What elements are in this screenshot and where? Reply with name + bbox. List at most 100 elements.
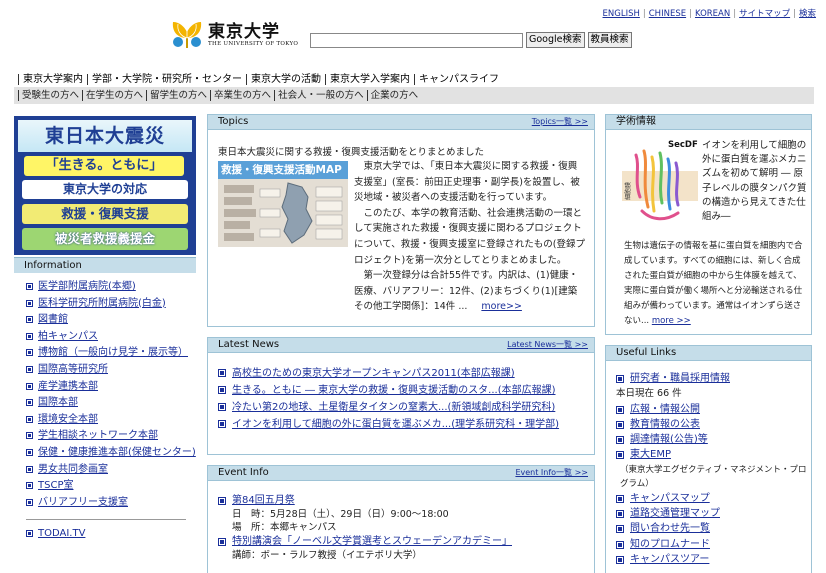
square-bullet-icon <box>26 283 33 290</box>
info-link[interactable]: 柏キャンパス <box>38 331 98 342</box>
info-link[interactable]: 産学連携本部 <box>38 381 98 392</box>
list-item: イオンを利用して細胞の外に蛋白質を運ぶメカ...(理学系研究科・理学部) <box>218 416 594 433</box>
info-link[interactable]: 学生相談ネットワーク本部 <box>38 430 158 441</box>
latest-news-panel: Latest News Latest News一覧 >> 高校生のための東京大学… <box>207 337 595 455</box>
square-bullet-icon <box>26 530 33 538</box>
useful-links-title: Useful Links <box>616 347 677 358</box>
info-link[interactable]: 博物館（一般向け見学・展示等） <box>38 347 188 358</box>
job-count-text: 本日現在 66 件 <box>616 388 682 400</box>
event-link[interactable]: 特別講演会「ノーベル文学賞選考とスウェーデンアカデミー」 <box>232 536 512 547</box>
news-link[interactable]: 高校生のための東京大学オープンキャンパス2011(本部広報課) <box>232 368 515 379</box>
info-link[interactable]: 図書館 <box>38 314 68 325</box>
latest-news-header: Latest News Latest News一覧 >> <box>208 338 594 353</box>
list-item: キャンパスマップ <box>616 491 811 506</box>
information-extra-list: TODAI.TV <box>14 526 196 543</box>
useful-link[interactable]: キャンパスマップ <box>630 493 710 504</box>
info-item: 図書館 <box>26 312 196 329</box>
info-item: 医学部附属病院(本郷) <box>26 279 196 296</box>
info-link[interactable]: TSCP室 <box>38 480 73 491</box>
figure-side-label: 細胞膜 <box>624 182 632 200</box>
useful-link[interactable]: 問い合わせ先一覧 <box>630 523 710 534</box>
top-link-korean[interactable]: KOREAN <box>695 9 730 19</box>
nav-item-activities[interactable]: 東京大学の活動 <box>246 74 325 85</box>
info-link[interactable]: 国際本部 <box>38 397 78 408</box>
research-header: 学術情報 <box>606 115 811 130</box>
info-link[interactable]: 医学部附属病院(本郷) <box>38 281 136 292</box>
research-more-link[interactable]: more >> <box>652 316 691 326</box>
square-bullet-icon <box>616 405 624 414</box>
support-map-thumbnail[interactable]: 救援・復興支援活動MAP <box>218 161 348 247</box>
site-logo[interactable]: 東京大学 THE UNIVERSITY OF TOKYO <box>170 16 298 54</box>
top-link-chinese[interactable]: CHINESE <box>649 9 686 19</box>
topics-inline-more-link[interactable]: more>> <box>481 301 522 312</box>
protein-structure-icon[interactable]: 細胞膜 SecDF <box>622 137 698 227</box>
square-bullet-icon <box>26 399 33 407</box>
topics-title: Topics <box>218 116 249 127</box>
latest-news-more-link[interactable]: Latest News一覧 >> <box>507 338 588 352</box>
banner-support[interactable]: 救援・復興支援 <box>22 204 188 224</box>
research-summary[interactable]: イオンを利用して細胞の外に蛋白質を運ぶメカニズムを初めて解明 ― 原子レベルの膜… <box>702 139 808 224</box>
google-search-button[interactable]: Google検索 <box>526 32 585 48</box>
news-link[interactable]: 生きる。ともに ― 東京大学の救援・復興支援活動のスタ...(本部広報課) <box>232 385 556 396</box>
search-input[interactable] <box>310 32 523 48</box>
event-info-more-link[interactable]: Event Info一覧 >> <box>515 466 588 480</box>
info-item: 国際本部 <box>26 395 196 412</box>
event-link[interactable]: 第84回五月祭 <box>232 495 295 506</box>
nav-item-campus-life[interactable]: キャンパスライフ <box>414 74 503 85</box>
useful-link[interactable]: 広報・情報公開 <box>630 404 700 415</box>
nav-item-students[interactable]: 在学生の方へ <box>82 90 147 101</box>
banner-title: 東日本大震災 <box>18 120 192 152</box>
info-link[interactable]: バリアフリー支援室 <box>38 497 128 508</box>
nav-item-companies[interactable]: 企業の方へ <box>366 90 422 101</box>
earthquake-banner[interactable]: 東日本大震災 「生きる。ともに」 東京大学の対応 救援・復興支援 被災者救援義援… <box>14 116 196 255</box>
banner-donation[interactable]: 被災者救援義援金 <box>22 228 188 250</box>
info-item: 保健・健康推進本部(保健センター) <box>26 445 196 462</box>
event-detail: 場 所：本郷キャンパス <box>232 522 337 533</box>
banner-slogan: 「生きる。ともに」 <box>24 156 184 176</box>
research-summary-link[interactable]: イオンを利用して細胞の外に蛋白質を運ぶメカニズムを初めて解明 ― 原子レベルの膜… <box>702 140 807 222</box>
nav-item-public[interactable]: 社会人・一般の方へ <box>274 90 367 101</box>
top-link-english[interactable]: ENGLISH <box>603 9 640 19</box>
topics-more-link[interactable]: Topics一覧 >> <box>532 115 588 129</box>
info-link[interactable]: 保健・健康推進本部(保健センター) <box>38 447 196 458</box>
separator: | <box>689 9 692 19</box>
nav-item-about[interactable]: 東京大学案内 <box>18 74 87 85</box>
top-link-sitemap[interactable]: サイトマップ <box>739 9 790 19</box>
staff-search-button[interactable]: 教員検索 <box>587 32 632 48</box>
banner-response[interactable]: 東京大学の対応 <box>22 180 188 199</box>
research-title: 学術情報 <box>616 116 656 127</box>
news-link[interactable]: 冷たい第2の地球、土星衛星タイタンの窒素大...(新領域創成科学研究科) <box>232 402 555 413</box>
info-link[interactable]: 医科学研究所附属病院(白金) <box>38 298 166 309</box>
nav-item-applicants[interactable]: 受験生の方へ <box>18 90 83 101</box>
left-column: 東日本大震災 「生きる。ともに」 東京大学の対応 救援・復興支援 被災者救援義援… <box>14 116 196 543</box>
useful-link[interactable]: 調達情報(公告)等 <box>630 434 708 445</box>
useful-link[interactable]: 道路交通管理マップ <box>630 508 720 519</box>
news-link[interactable]: イオンを利用して細胞の外に蛋白質を運ぶメカ...(理学系研究科・理学部) <box>232 419 559 430</box>
square-bullet-icon <box>26 432 33 440</box>
nav-item-admissions[interactable]: 東京大学入学案内 <box>325 74 414 85</box>
useful-link[interactable]: キャンパスツアー <box>630 554 709 565</box>
square-bullet-icon <box>26 382 33 390</box>
useful-link[interactable]: 研究者・職員採用情報 <box>630 373 730 384</box>
logo-english: THE UNIVERSITY OF TOKYO <box>208 41 299 47</box>
square-bullet-icon <box>616 494 624 503</box>
event-info-title: Event Info <box>218 467 269 478</box>
nav-item-faculties[interactable]: 学部・大学院・研究所・センター <box>87 74 246 85</box>
topics-paragraph: このたび、本学の教育活動、社会連携活動の一環として実施された救援・復興支援に関わ… <box>354 207 585 266</box>
square-bullet-icon <box>616 555 624 564</box>
nav-item-international[interactable]: 留学生の方へ <box>146 90 211 101</box>
list-item: 第84回五月祭 <box>208 493 594 508</box>
info-link[interactable]: 環境安全本部 <box>38 414 98 425</box>
useful-link[interactable]: 東大EMP <box>630 449 671 460</box>
top-link-search[interactable]: 検索 <box>799 9 816 19</box>
info-link[interactable]: 男女共同参画室 <box>38 464 108 475</box>
topics-body: 東京大学では、「東日本大震災に関する救援・復興支援室」(室長：前田正史理事・副学… <box>354 159 586 315</box>
square-bullet-icon <box>26 332 33 340</box>
todai-tv-link[interactable]: TODAI.TV <box>38 528 85 539</box>
useful-link[interactable]: 知のプロムナード <box>630 539 710 550</box>
nav-item-alumni[interactable]: 卒業生の方へ <box>210 90 275 101</box>
info-link[interactable]: 国際高等研究所 <box>38 364 108 375</box>
event-info-header: Event Info Event Info一覧 >> <box>208 466 594 481</box>
useful-link[interactable]: 教育情報の公表 <box>630 419 700 430</box>
square-bullet-icon <box>26 415 33 423</box>
